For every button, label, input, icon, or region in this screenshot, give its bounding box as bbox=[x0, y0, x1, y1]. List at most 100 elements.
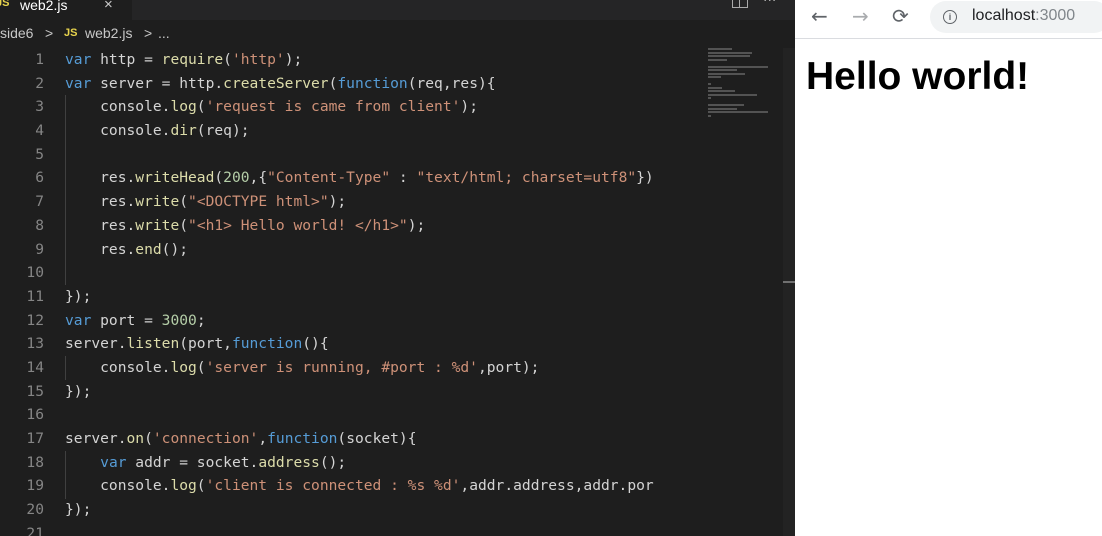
code-line: res.end(); bbox=[65, 238, 654, 262]
code-token: ( bbox=[179, 193, 189, 211]
code-token: http = bbox=[91, 51, 162, 68]
minimap-row bbox=[708, 55, 751, 57]
minimap-row bbox=[708, 111, 769, 113]
code-token: dir bbox=[170, 122, 197, 140]
code-token: console. bbox=[65, 358, 171, 376]
code-line: console.log('server is running, #port : … bbox=[65, 356, 654, 380]
code-line: console.log('client is connected : %s %d… bbox=[65, 474, 654, 498]
breadcrumb-file[interactable]: web2.js bbox=[85, 25, 132, 41]
code-token: ( bbox=[196, 98, 206, 116]
code-token: console. bbox=[65, 122, 171, 140]
code-token: (port, bbox=[179, 335, 232, 353]
code-token: end bbox=[135, 240, 162, 258]
line-number: 6 bbox=[35, 169, 44, 187]
url-host: localhost bbox=[972, 7, 1036, 24]
code-token: (); bbox=[319, 453, 347, 471]
line-number: 18 bbox=[26, 453, 44, 471]
code-token: }) bbox=[636, 169, 654, 187]
code-token: , bbox=[258, 430, 268, 447]
code-token: 3000 bbox=[161, 311, 197, 329]
code-token: 'request is came from client' bbox=[205, 98, 461, 116]
code-token: var bbox=[65, 74, 92, 92]
code-token: function bbox=[337, 74, 408, 92]
minimap-row bbox=[708, 86, 723, 89]
close-icon[interactable]: × bbox=[104, 0, 113, 13]
code-token: "<DOCTYPE html>" bbox=[188, 193, 329, 211]
code-token: createServer bbox=[223, 74, 329, 92]
chevron-right-icon: > bbox=[144, 25, 153, 41]
editor-scrollbar[interactable] bbox=[783, 48, 795, 536]
code-token: var bbox=[65, 51, 92, 68]
tab-label: web2.js bbox=[20, 0, 68, 13]
code-line: }); bbox=[65, 285, 654, 309]
code-token: ); bbox=[328, 193, 347, 211]
code-token: var bbox=[100, 453, 127, 471]
code-line: server.listen(port,function(){ bbox=[65, 332, 654, 356]
line-number: 17 bbox=[26, 430, 44, 447]
split-editor-icon[interactable] bbox=[732, 0, 748, 8]
tab-web2-js[interactable]: JS web2.js × bbox=[0, 0, 132, 20]
minimap-row bbox=[708, 114, 711, 117]
breadcrumb: side6 > JS web2.js > ... bbox=[0, 22, 795, 46]
line-number: 8 bbox=[35, 216, 44, 234]
code-token: server. bbox=[65, 335, 127, 353]
line-number: 14 bbox=[26, 358, 44, 376]
code-token: 'server is running, #port : %d' bbox=[205, 358, 478, 376]
code-token: (){ bbox=[302, 335, 329, 353]
code-token: addr = socket. bbox=[126, 453, 259, 471]
forward-arrow-icon[interactable]: → bbox=[852, 4, 869, 28]
minimap-row bbox=[708, 107, 737, 110]
code-line: console.log('request is came from client… bbox=[65, 95, 654, 119]
code-token: function bbox=[231, 335, 303, 353]
breadcrumb-symbols[interactable]: ... bbox=[158, 25, 170, 41]
minimap-row bbox=[708, 72, 745, 75]
site-info-icon[interactable]: i bbox=[943, 10, 957, 24]
line-number: 20 bbox=[26, 501, 44, 519]
code-token: require bbox=[161, 51, 224, 68]
page-heading: Hello world! bbox=[806, 55, 1030, 98]
more-actions-icon[interactable]: ··· bbox=[763, 0, 776, 9]
url-text[interactable]: localhost:3000 bbox=[972, 7, 1075, 25]
line-number-gutter: 1 2 3 4 5 6 7 8 9 10 11 12 13 14 15 16 17 18 19 20 21 bbox=[0, 48, 44, 536]
code-token: log bbox=[170, 358, 197, 376]
code-line: var http = require('http'); bbox=[65, 48, 654, 72]
code-text-area[interactable]: var http = require('http'); var server = … bbox=[65, 48, 654, 536]
code-token: write bbox=[135, 193, 180, 211]
line-number: 3 bbox=[35, 98, 44, 116]
code-token: "text/html; charset=utf8" bbox=[416, 169, 637, 187]
line-number: 5 bbox=[35, 145, 44, 163]
code-token: (socket){ bbox=[337, 430, 417, 447]
javascript-file-icon: JS bbox=[0, 0, 10, 9]
code-token: port = bbox=[91, 311, 162, 329]
chevron-right-icon: > bbox=[45, 25, 54, 41]
back-arrow-icon[interactable]: ← bbox=[811, 4, 828, 28]
line-number: 12 bbox=[26, 311, 44, 329]
code-line: var port = 3000; bbox=[65, 309, 654, 333]
code-token: res. bbox=[65, 240, 136, 258]
scrollbar-marker bbox=[783, 281, 795, 283]
minimap-row bbox=[708, 58, 727, 61]
code-token: ( bbox=[196, 477, 206, 495]
address-bar[interactable]: i localhost:3000 bbox=[930, 1, 1102, 33]
code-token: log bbox=[170, 98, 197, 116]
code-token: (); bbox=[161, 240, 189, 258]
line-number: 15 bbox=[26, 382, 44, 400]
code-token: ,addr.address,addr.por bbox=[460, 477, 654, 495]
code-token: ,port); bbox=[477, 358, 540, 376]
minimap[interactable] bbox=[708, 48, 782, 118]
javascript-file-icon: JS bbox=[64, 27, 78, 39]
line-number: 9 bbox=[35, 240, 44, 258]
code-token: ( bbox=[214, 169, 224, 187]
code-token: writeHead bbox=[135, 169, 215, 187]
code-line: res.writeHead(200,{"Content-Type" : "tex… bbox=[65, 166, 654, 190]
reload-icon[interactable]: ⟳ bbox=[892, 4, 909, 28]
code-token: on bbox=[126, 430, 145, 447]
code-line: res.write("<h1> Hello world! </h1>"); bbox=[65, 214, 654, 238]
code-token: listen bbox=[126, 335, 180, 353]
code-editor[interactable]: JS web2.js × ··· side6 > JS web2.js > ..… bbox=[0, 0, 795, 536]
breadcrumb-folder[interactable]: side6 bbox=[0, 25, 33, 41]
code-token: ); bbox=[407, 216, 426, 234]
browser-window: ← → ⟳ i localhost:3000 Hello world! bbox=[795, 0, 1102, 536]
code-line: var server = http.createServer(function(… bbox=[65, 72, 654, 96]
